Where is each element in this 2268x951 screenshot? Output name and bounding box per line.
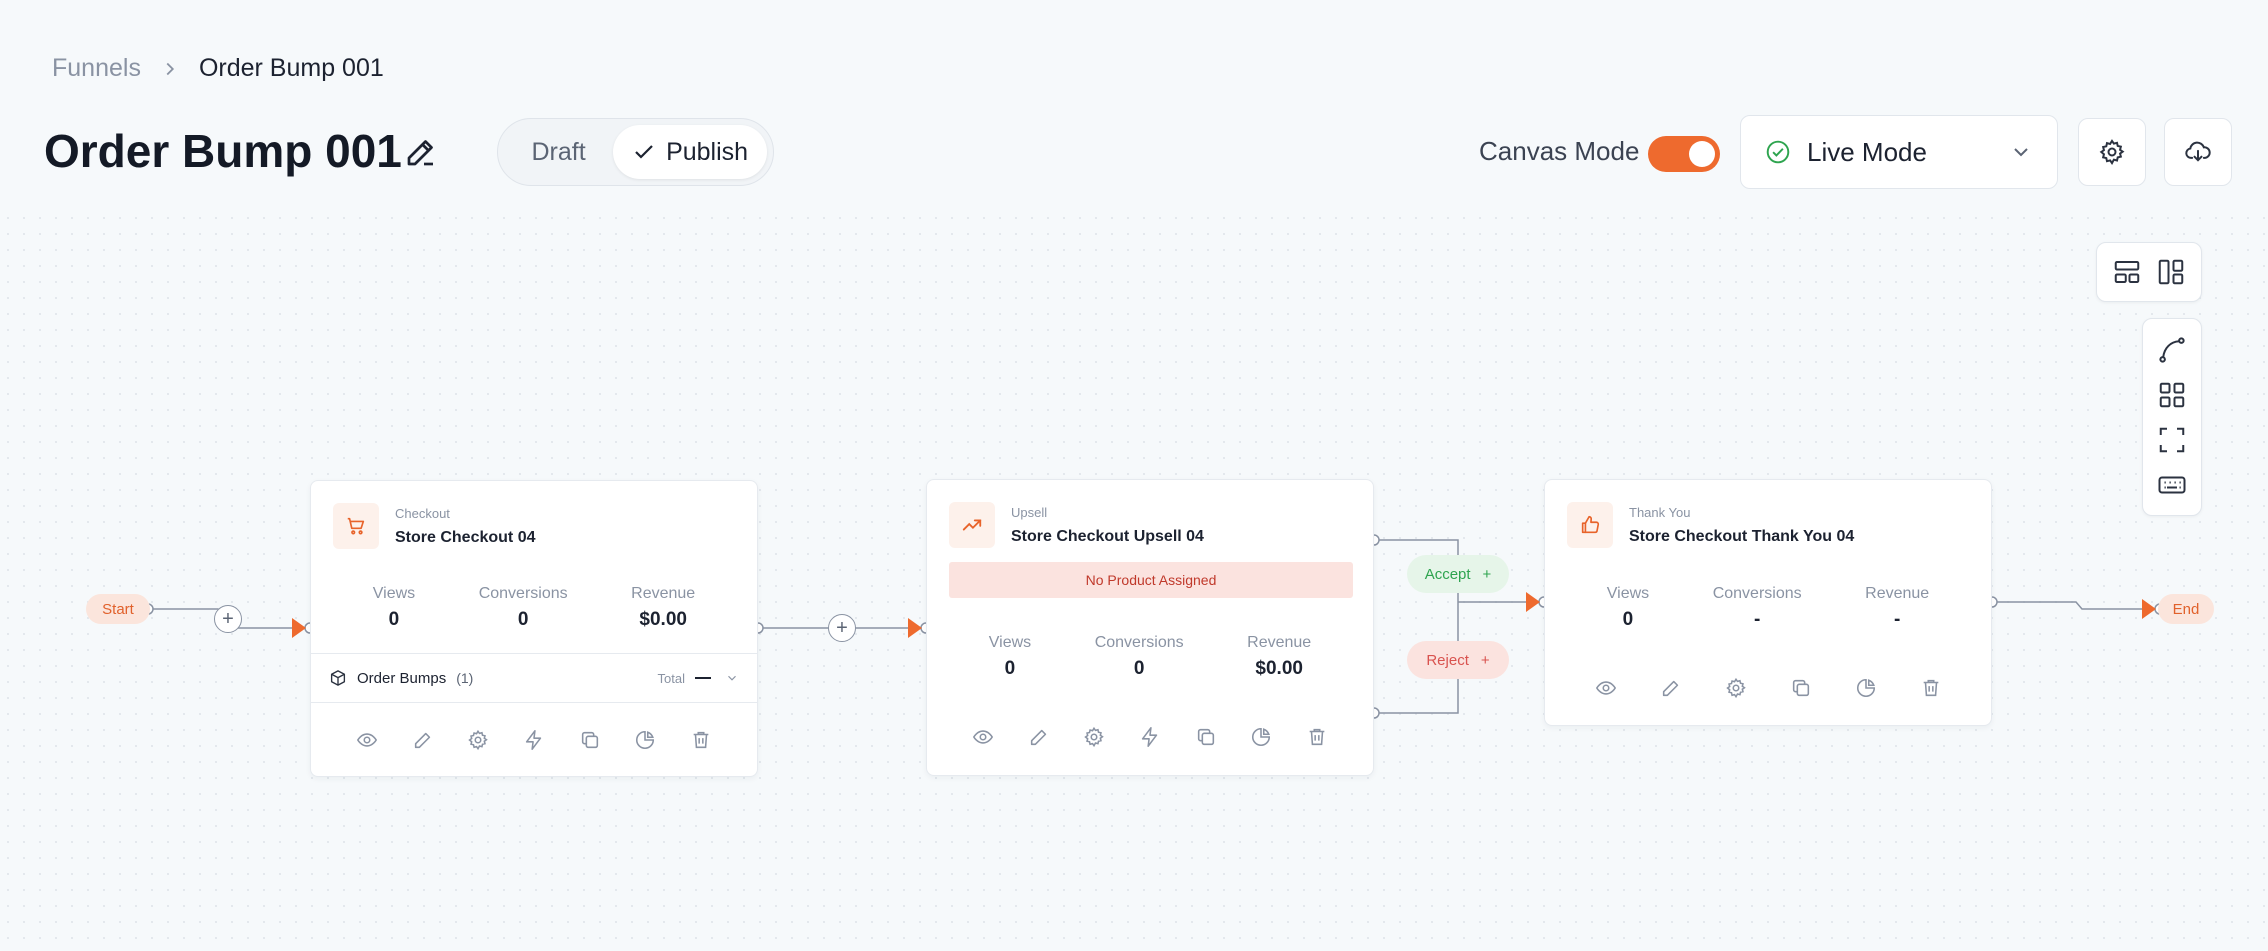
trash-icon[interactable] xyxy=(690,729,712,751)
upsell-node[interactable]: Upsell Store Checkout Upsell 04 No Produ… xyxy=(926,479,1374,776)
keyboard-icon[interactable] xyxy=(2157,470,2187,500)
order-bumps-label: Order Bumps xyxy=(357,669,447,687)
add-step-button[interactable]: + xyxy=(828,614,856,642)
stat-conversions: Conversions - xyxy=(1712,585,1802,630)
gear-icon[interactable] xyxy=(1083,726,1105,748)
node-header: Checkout Store Checkout 04 xyxy=(333,503,535,549)
chevron-right-icon xyxy=(166,62,174,75)
layout-horizontal-icon[interactable] xyxy=(2112,257,2142,287)
toggle-knob xyxy=(1689,141,1715,167)
start-label: Start xyxy=(86,594,150,624)
copy-icon[interactable] xyxy=(1790,677,1812,699)
order-bumps-count: (1) xyxy=(456,670,474,686)
breadcrumb-funnels-link[interactable]: Funnels xyxy=(52,54,141,83)
eye-icon[interactable] xyxy=(972,726,994,748)
cloud-download-button[interactable] xyxy=(2164,118,2232,186)
checkout-node[interactable]: Checkout Store Checkout 04 Views 0 Conver… xyxy=(310,480,758,777)
stat-conversions: Conversions 0 xyxy=(1094,634,1184,679)
canvas-mode-toggle[interactable] xyxy=(1648,136,1720,172)
publish-label: Publish xyxy=(666,137,749,166)
node-name: Store Checkout Upsell 04 xyxy=(1011,527,1204,545)
stat-revenue: Revenue $0.00 xyxy=(1247,634,1312,679)
page-title: Order Bump 001 xyxy=(44,125,402,177)
node-header: Upsell Store Checkout Upsell 04 xyxy=(949,502,1204,548)
total-dash xyxy=(695,677,711,679)
gear-icon[interactable] xyxy=(467,729,489,751)
node-actions xyxy=(1545,677,1991,699)
copy-icon[interactable] xyxy=(579,729,601,751)
pie-chart-icon[interactable] xyxy=(634,729,656,751)
stat-views: Views 0 xyxy=(988,634,1032,679)
check-icon xyxy=(635,145,653,159)
node-stats: Views 0 Conversions 0 Revenue $0.00 xyxy=(311,585,757,631)
node-type: Thank You xyxy=(1629,504,1691,520)
thank-you-node[interactable]: Thank You Store Checkout Thank You 04 Vi… xyxy=(1544,479,1992,726)
chevron-down-icon xyxy=(2014,148,2028,157)
trending-up-icon xyxy=(949,502,995,548)
draft-option[interactable]: Draft xyxy=(504,125,613,179)
node-type: Upsell xyxy=(1011,504,1048,520)
pie-chart-icon[interactable] xyxy=(1855,677,1877,699)
plus-icon: + xyxy=(1482,565,1492,583)
live-mode-select[interactable]: Live Mode xyxy=(1740,115,2058,189)
curve-icon[interactable] xyxy=(2157,335,2187,365)
stat-conversions: Conversions 0 xyxy=(478,585,568,630)
mode-select-value: Live Mode xyxy=(1807,136,1927,167)
fullscreen-icon[interactable] xyxy=(2157,425,2187,455)
thumbs-up-icon xyxy=(1567,502,1613,548)
layout-toolbar xyxy=(2096,242,2202,302)
edit-title-icon[interactable] xyxy=(403,134,439,170)
eye-icon[interactable] xyxy=(356,729,378,751)
pie-chart-icon[interactable] xyxy=(1250,726,1272,748)
pencil-icon[interactable] xyxy=(1028,726,1050,748)
gear-icon[interactable] xyxy=(1725,677,1747,699)
reject-path-button[interactable]: Reject + xyxy=(1407,641,1509,679)
plus-icon: + xyxy=(1480,651,1490,669)
layout-vertical-icon[interactable] xyxy=(2156,257,2186,287)
stat-revenue: Revenue $0.00 xyxy=(631,585,696,630)
status-switch: Draft Publish xyxy=(497,118,774,186)
publish-option[interactable]: Publish xyxy=(613,125,767,179)
node-stats: Views 0 Conversions - Revenue - xyxy=(1545,585,1991,631)
no-product-warning: No Product Assigned xyxy=(949,562,1353,598)
pencil-icon[interactable] xyxy=(412,729,434,751)
check-circle-icon xyxy=(1766,140,1790,164)
breadcrumb: Funnels Order Bump 001 xyxy=(52,54,384,83)
copy-icon[interactable] xyxy=(1195,726,1217,748)
node-actions xyxy=(927,726,1373,748)
trash-icon[interactable] xyxy=(1920,677,1942,699)
stat-revenue: Revenue - xyxy=(1865,585,1930,630)
box-icon xyxy=(330,670,346,686)
breadcrumb-current: Order Bump 001 xyxy=(198,54,384,82)
node-header: Thank You Store Checkout Thank You 04 xyxy=(1567,502,1854,548)
grid-icon[interactable] xyxy=(2157,380,2187,410)
chevron-down-icon[interactable] xyxy=(725,671,739,685)
add-step-button[interactable]: + xyxy=(214,605,242,633)
accept-label: Accept xyxy=(1424,565,1471,583)
lightning-icon[interactable] xyxy=(1139,726,1161,748)
node-actions xyxy=(311,729,757,751)
node-name: Store Checkout 04 xyxy=(395,528,536,546)
trash-icon[interactable] xyxy=(1306,726,1328,748)
lightning-icon[interactable] xyxy=(523,729,545,751)
stat-views: Views 0 xyxy=(372,585,416,630)
canvas-mode-label: Canvas Mode xyxy=(1479,136,1640,166)
reject-label: Reject xyxy=(1426,651,1469,669)
order-bumps-row[interactable]: Order Bumps (1) Total xyxy=(311,653,757,703)
gear-icon xyxy=(2099,139,2125,165)
stat-views: Views 0 xyxy=(1606,585,1650,630)
end-label: End xyxy=(2158,594,2214,624)
node-type: Checkout xyxy=(395,505,450,521)
eye-icon[interactable] xyxy=(1595,677,1617,699)
cart-icon xyxy=(333,503,379,549)
cloud-download-icon xyxy=(2185,141,2211,162)
node-name: Store Checkout Thank You 04 xyxy=(1629,527,1855,545)
pencil-icon[interactable] xyxy=(1660,677,1682,699)
order-bumps-total: Total xyxy=(657,670,685,686)
canvas-tools-toolbar xyxy=(2142,318,2202,516)
accept-path-button[interactable]: Accept + xyxy=(1407,555,1509,593)
settings-button[interactable] xyxy=(2078,118,2146,186)
node-stats: Views 0 Conversions 0 Revenue $0.00 xyxy=(927,634,1373,680)
